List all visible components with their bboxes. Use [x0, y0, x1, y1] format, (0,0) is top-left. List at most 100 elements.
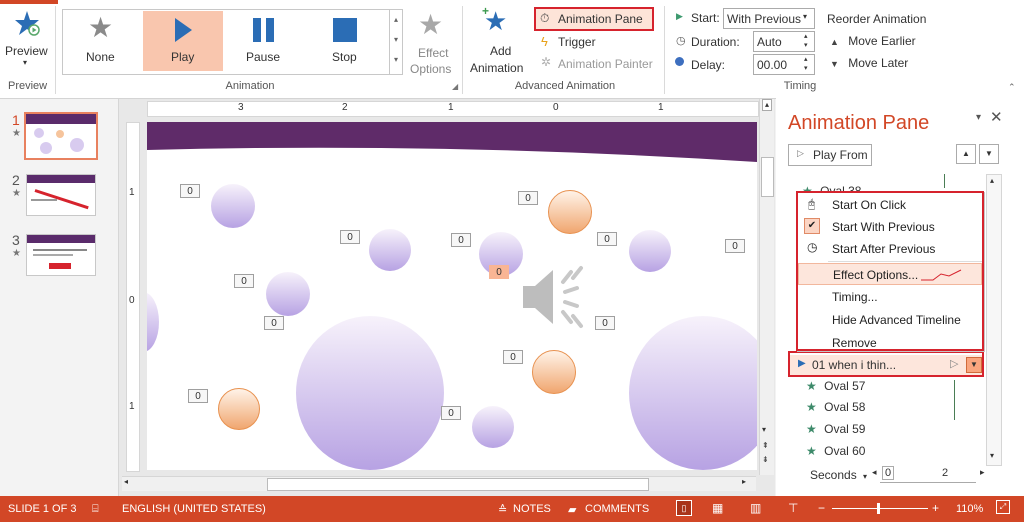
move-earlier-button[interactable]: ▲ Move Earlier	[830, 34, 920, 52]
effect-play[interactable]: Play	[143, 11, 223, 71]
notes-button[interactable]: NOTES	[513, 503, 551, 515]
list-item-label: Oval 58	[824, 400, 866, 414]
seconds-dropdown[interactable]: Seconds ▾	[810, 468, 870, 484]
list-item[interactable]: ★ Oval 58	[806, 400, 976, 418]
animation-tag[interactable]: 0	[503, 350, 523, 364]
slide-canvas[interactable]: 0 0 0 0 0 0 0 0 0 0 0 0 0	[147, 122, 757, 470]
fit-to-window-icon[interactable]: ⤢	[996, 500, 1010, 514]
slide-thumb-2[interactable]: 2 ★	[10, 172, 100, 220]
notes-icon: ≙	[498, 504, 508, 516]
timeline-scale[interactable]: ◂ 0 2 ▸	[872, 466, 985, 483]
animation-tag[interactable]: 0	[234, 274, 254, 288]
list-item[interactable]: ★ Oval 57	[806, 379, 976, 397]
reading-view-icon[interactable]: ▥	[750, 501, 761, 515]
effect-none-label: None	[86, 50, 115, 64]
vertical-ruler: 1 0 1	[126, 122, 140, 472]
slideshow-icon[interactable]: ⊤	[788, 501, 798, 515]
move-later-button[interactable]: ▼ Move Later	[830, 56, 920, 74]
list-item[interactable]: ★ Oval 59	[806, 422, 976, 440]
move-later-label: Move Later	[848, 56, 909, 70]
effect-stop[interactable]: Stop	[306, 11, 382, 71]
speaker-icon[interactable]	[519, 264, 591, 330]
animation-tag-selected[interactable]: 0	[489, 265, 509, 279]
orange-bubble[interactable]	[532, 350, 576, 394]
animation-painter-button[interactable]: ✲ Animation Painter	[540, 55, 658, 74]
effect-pause[interactable]: Pause	[226, 11, 302, 71]
scroll-thumb[interactable]	[267, 478, 649, 491]
dialog-launcher-icon[interactable]: ◢	[452, 82, 458, 91]
zoom-in-icon[interactable]: +	[932, 501, 939, 515]
orange-bubble[interactable]	[548, 190, 592, 234]
animation-tag[interactable]: 0	[180, 184, 200, 198]
trigger-button[interactable]: ϟ Trigger	[540, 34, 620, 52]
animation-tag[interactable]: 0	[188, 389, 208, 403]
scroll-down-icon[interactable]: ▾	[762, 425, 766, 434]
next-slide-icon[interactable]: ⇟	[762, 455, 769, 464]
plus-icon: +	[482, 4, 490, 18]
animation-tag[interactable]: 0	[597, 232, 617, 246]
bubble[interactable]	[147, 292, 159, 352]
slide-thumb-1[interactable]: 1 ★	[10, 112, 100, 160]
scroll-down-icon[interactable]: ▾	[990, 451, 994, 460]
scroll-left-icon[interactable]: ◂	[124, 477, 128, 486]
move-down-button[interactable]: ▼	[979, 144, 999, 164]
preview-button[interactable]: Preview ▾	[4, 8, 48, 74]
trigger-label: Trigger	[558, 35, 596, 49]
animation-tag[interactable]: 0	[725, 239, 745, 253]
bubble[interactable]	[629, 316, 757, 470]
bubble[interactable]	[266, 272, 310, 316]
animation-tag[interactable]: 0	[518, 191, 538, 205]
scroll-thumb[interactable]	[761, 157, 774, 197]
normal-view-icon[interactable]: ▯	[676, 500, 692, 516]
comments-button[interactable]: COMMENTS	[585, 503, 649, 515]
duration-input[interactable]: Auto ▴ ▾	[753, 31, 815, 52]
gallery-scrollbar[interactable]: ▴ ▾ ▾	[389, 9, 403, 75]
ruler-mark: 1	[129, 401, 135, 412]
zoom-out-icon[interactable]: −	[818, 501, 825, 515]
spellcheck-icon[interactable]: ⌸	[92, 503, 99, 516]
timeline-bar	[954, 380, 955, 420]
move-up-button[interactable]: ▲	[956, 144, 976, 164]
animation-tag[interactable]: 0	[264, 316, 284, 330]
advanced-group-label: Advanced Animation	[514, 80, 616, 92]
prev-slide-icon[interactable]: ⇞	[762, 441, 769, 450]
list-scrollbar[interactable]: ▴ ▾	[986, 174, 1002, 466]
scroll-up-icon[interactable]: ▴	[762, 99, 772, 111]
add-animation-button[interactable]: ★ + Add Animation	[468, 4, 532, 76]
start-select[interactable]: With Previous ▾	[723, 8, 815, 29]
language[interactable]: ENGLISH (UNITED STATES)	[122, 503, 266, 515]
pane-options-icon[interactable]: ▾	[976, 112, 981, 123]
slide-thumb-3[interactable]: 3 ★	[10, 232, 100, 280]
bubble[interactable]	[369, 229, 411, 271]
close-icon[interactable]: ✕	[990, 108, 1003, 126]
animation-tag[interactable]: 0	[340, 230, 360, 244]
play-from-label: Play From	[813, 148, 868, 162]
slide-sorter-icon[interactable]: ▦	[712, 501, 723, 515]
timeline-two: 2	[942, 467, 949, 479]
animation-tag[interactable]: 0	[441, 406, 461, 420]
animation-tag[interactable]: 0	[451, 233, 471, 247]
orange-bubble[interactable]	[218, 388, 260, 430]
scroll-up-icon[interactable]: ▴	[990, 176, 994, 185]
bubble[interactable]	[296, 316, 444, 470]
animation-painter-label: Animation Painter	[558, 57, 653, 71]
animation-tag[interactable]: 0	[595, 316, 615, 330]
scroll-right-icon[interactable]: ▸	[742, 477, 746, 486]
zoom-level[interactable]: 110%	[956, 503, 983, 515]
zoom-slider-track[interactable]	[832, 508, 928, 509]
bubble[interactable]	[211, 184, 255, 228]
effect-options-button[interactable]: ★ Effect Options	[408, 8, 458, 76]
list-item[interactable]: ★ Oval 60	[806, 444, 976, 462]
bubble[interactable]	[472, 406, 514, 448]
effect-none[interactable]: ★ None	[66, 11, 136, 71]
delay-input[interactable]: 00.00 ▴ ▾	[753, 54, 815, 75]
timeline-right-icon[interactable]: ▸	[980, 467, 985, 478]
vertical-scrollbar[interactable]: ▴ ▾ ⇞ ⇟	[759, 99, 774, 475]
zoom-slider-thumb[interactable]	[877, 503, 880, 514]
bubble[interactable]	[629, 230, 671, 272]
collapse-ribbon-icon[interactable]: ⌃	[1008, 82, 1016, 93]
horizontal-scrollbar[interactable]: ◂ ▸	[122, 476, 756, 491]
play-from-button[interactable]: ▷ Play From	[788, 144, 872, 166]
timeline-left-icon[interactable]: ◂	[872, 467, 877, 478]
animation-pane-button[interactable]: ⏱ Animation Pane	[534, 7, 654, 31]
